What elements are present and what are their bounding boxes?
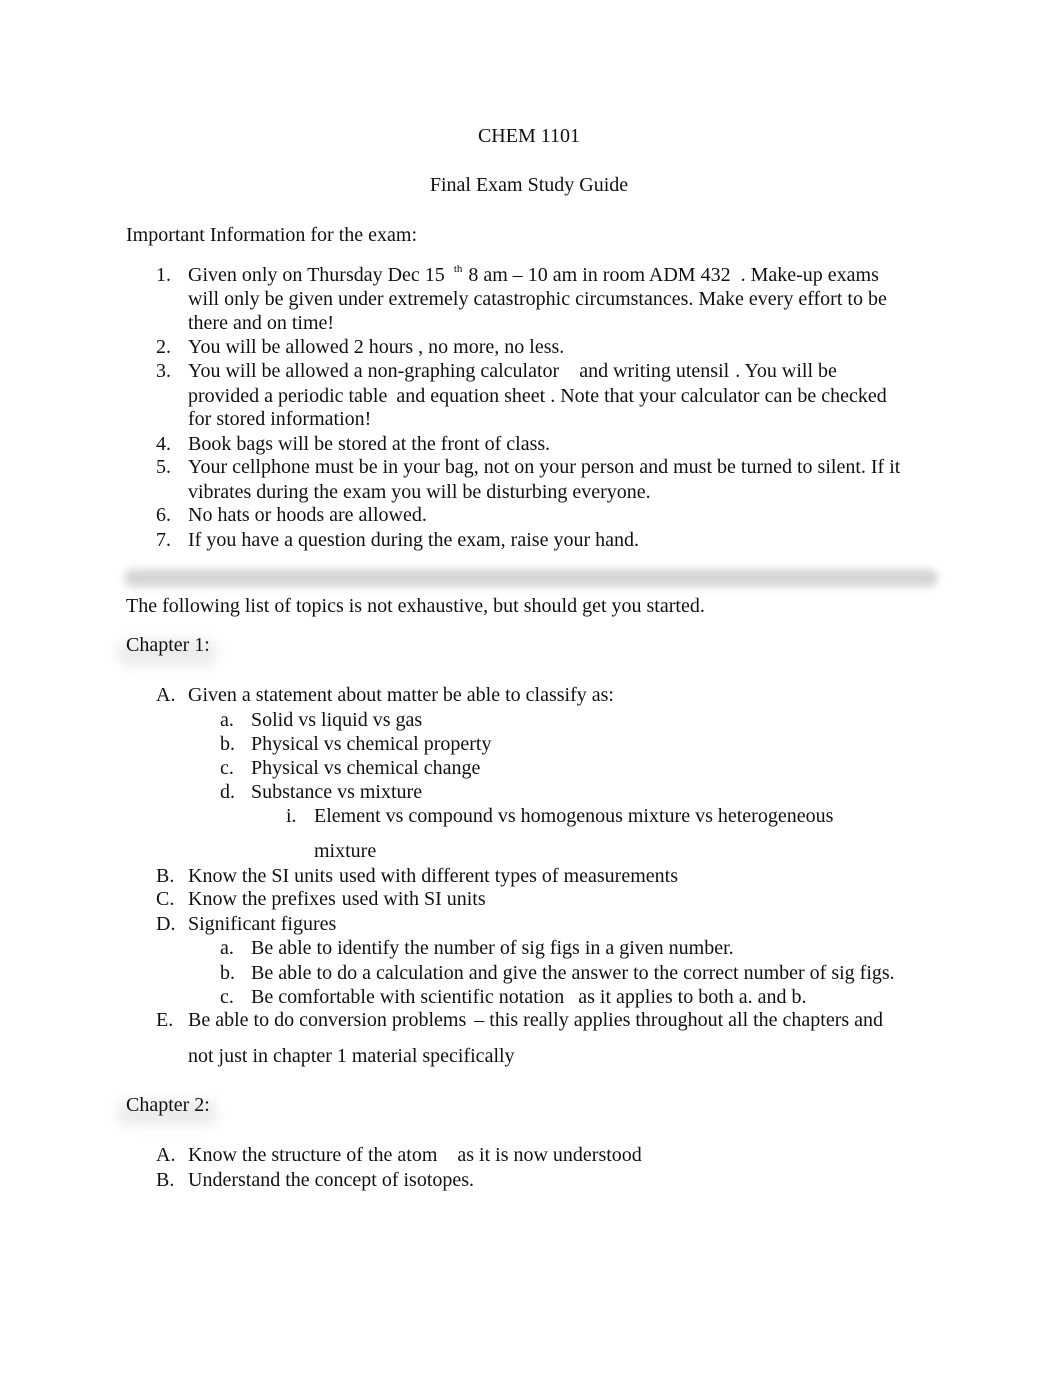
list-marker: i. [286, 805, 297, 827]
superscript: th [453, 263, 463, 275]
document-title: Final Exam Study Guide [429, 174, 629, 196]
list-marker: 1. [156, 264, 171, 286]
list-marker: a. [220, 709, 234, 731]
list-marker: 2. [156, 336, 171, 358]
list-marker: B. [156, 1169, 175, 1191]
subtopic-text: Physical vs chemical change [251, 757, 481, 779]
subtopic-text: Substance vs mixture [251, 781, 423, 803]
info-item-text: You will be allowed a non-graphing calcu… [188, 360, 837, 382]
topic-text: Know the structure of the atom as it is n… [188, 1144, 642, 1166]
info-item-text: there and on time! [188, 312, 335, 334]
section-divider [124, 569, 938, 587]
list-marker: E. [156, 1009, 174, 1031]
list-marker: A. [156, 684, 176, 706]
course-code: CHEM 1101 [477, 125, 581, 147]
list-marker: A. [156, 1144, 176, 1166]
list-marker: 4. [156, 433, 171, 455]
list-marker: C. [156, 888, 175, 910]
topic-text: Given a statement about matter be able t… [188, 684, 614, 706]
topics-intro: The following list of topics is not exha… [126, 595, 705, 617]
subtopic-text: Solid vs liquid vs gas [251, 709, 423, 731]
info-item-text: provided a periodic table and equation sh… [188, 385, 887, 407]
list-marker: B. [156, 865, 175, 887]
info-item-text: Book bags will be stored at the front of… [188, 433, 551, 455]
topic-text: Know the prefixes used with SI units [188, 888, 486, 910]
subtopic-text: Element vs compound vs homogenous mixtur… [314, 805, 834, 827]
subtopic-text: Physical vs chemical property [251, 733, 492, 755]
subtopic-text: Be able to do a calculation and give the… [251, 962, 895, 984]
topic-text: Be able to do conversion problems – this … [188, 1009, 884, 1031]
info-item-text: Your cellphone must be in your bag, not … [188, 456, 901, 478]
subtopic-text: mixture [314, 840, 377, 862]
topic-text: Significant figures [188, 913, 337, 935]
chapter-2-heading: Chapter 2: [126, 1094, 210, 1116]
info-item-text: Given only on Thursday Dec 15th 8 am – 10… [188, 263, 879, 286]
list-marker: 5. [156, 456, 171, 478]
topic-text: Understand the concept of isotopes. [188, 1169, 475, 1191]
list-marker: 6. [156, 504, 171, 526]
topic-text: not just in chapter 1 material specifica… [188, 1045, 515, 1067]
list-marker: 7. [156, 529, 171, 551]
info-item-text: You will be allowed 2 hours , no more, n… [188, 336, 565, 358]
list-marker: c. [220, 986, 234, 1008]
list-marker: 3. [156, 360, 171, 382]
list-marker: b. [220, 962, 235, 984]
topic-text: Know the SI units used with different typ… [188, 865, 678, 887]
info-item-text: vibrates during the exam you will be dis… [188, 481, 651, 503]
subtopic-text: Be able to identify the number of sig fi… [251, 937, 734, 959]
list-marker: c. [220, 757, 234, 779]
list-marker: d. [220, 781, 235, 803]
list-marker: b. [220, 733, 235, 755]
info-item-text: for stored information! [188, 408, 372, 430]
info-item-text: will only be given under extremely catas… [188, 288, 887, 310]
list-marker: D. [156, 913, 176, 935]
info-item-text: If you have a question during the exam, … [188, 529, 639, 551]
list-marker: a. [220, 937, 234, 959]
chapter-1-heading: Chapter 1: [126, 634, 210, 656]
info-item-text: No hats or hoods are allowed. [188, 504, 427, 526]
intro-heading: Important Information for the exam: [126, 224, 418, 246]
subtopic-text: Be comfortable with scientific notation a… [251, 986, 807, 1008]
